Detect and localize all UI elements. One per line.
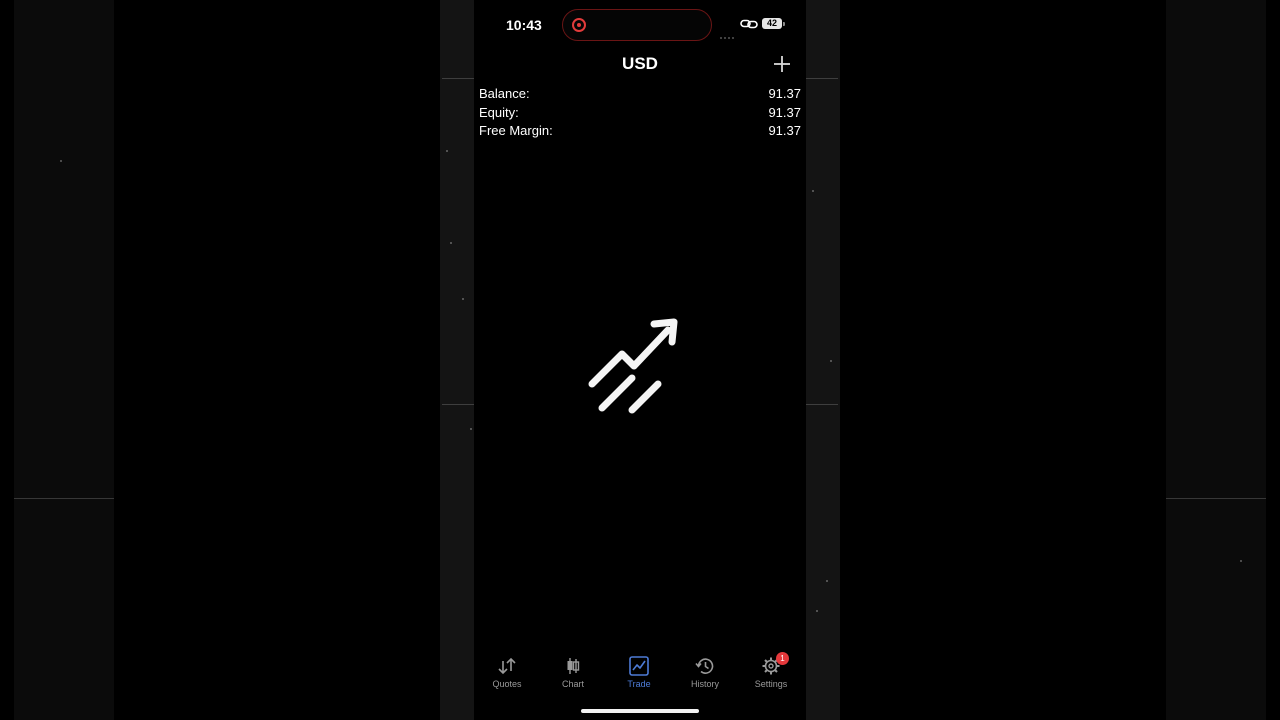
status-bar: 10:43 42	[474, 0, 806, 48]
balance-row: Balance: 91.37	[479, 86, 801, 105]
tab-history-label: History	[690, 679, 719, 689]
link-icon	[740, 19, 758, 29]
dynamic-island	[562, 9, 712, 41]
free-margin-label: Free Margin:	[479, 123, 553, 138]
tab-quotes[interactable]: Quotes	[474, 652, 540, 696]
backdrop-speck	[462, 298, 464, 300]
free-margin-row: Free Margin: 91.37	[479, 123, 801, 142]
backdrop-speck	[446, 150, 448, 152]
equity-row: Equity: 91.37	[479, 105, 801, 124]
backdrop-speck	[826, 580, 828, 582]
backdrop-line	[1166, 498, 1266, 499]
tab-quotes-label: Quotes	[492, 679, 522, 689]
backdrop-speck	[450, 242, 452, 244]
backdrop-line	[14, 498, 114, 499]
backdrop-right-inner	[806, 0, 840, 720]
screen-recording-frame: 10:43 42 USD Balance: 91.37 Equity: 91.3…	[0, 0, 1280, 720]
balance-label: Balance:	[479, 86, 530, 101]
candlestick-icon	[567, 658, 580, 674]
backdrop-speck	[830, 360, 832, 362]
quotes-arrows-icon	[498, 657, 516, 675]
tab-trade-label: Trade	[627, 679, 651, 689]
history-clock-icon	[695, 658, 714, 674]
backdrop-line	[442, 404, 474, 405]
tab-settings-label: Settings	[754, 679, 788, 689]
backdrop-speck	[816, 610, 818, 612]
backdrop-line	[442, 78, 474, 79]
account-summary: Balance: 91.37 Equity: 91.37 Free Margin…	[479, 86, 801, 142]
tab-trade[interactable]: Trade	[606, 652, 672, 696]
equity-value: 91.37	[768, 104, 801, 120]
free-margin-value: 91.37	[768, 123, 801, 138]
settings-notification-badge: 1	[776, 652, 789, 665]
bottom-tab-bar: Quotes Chart Trade History 1 Settings	[474, 652, 806, 696]
trade-chart-icon	[629, 656, 649, 676]
phone-screen: 10:43 42 USD Balance: 91.37 Equity: 91.3…	[474, 0, 806, 720]
tab-history[interactable]: History	[672, 652, 738, 696]
trading-growth-logo-icon	[588, 318, 678, 414]
backdrop-speck	[60, 160, 62, 162]
page-title: USD	[622, 54, 658, 73]
backdrop-line	[806, 78, 838, 79]
balance-value: 91.37	[768, 86, 801, 101]
home-indicator[interactable]	[581, 709, 699, 713]
top-bar: USD	[474, 50, 806, 78]
backdrop-left-inner	[440, 0, 474, 720]
tab-chart-label: Chart	[561, 679, 584, 689]
backdrop-right-outer	[1166, 0, 1266, 720]
tab-settings[interactable]: 1 Settings	[738, 652, 804, 696]
cellular-signal-icon	[720, 26, 736, 39]
recording-icon	[572, 18, 586, 32]
backdrop-speck	[470, 428, 472, 430]
backdrop-line	[806, 404, 838, 405]
equity-label: Equity:	[479, 104, 519, 120]
status-time: 10:43	[506, 17, 542, 33]
backdrop-speck	[812, 190, 814, 192]
backdrop-speck	[1240, 560, 1242, 562]
add-order-button[interactable]	[772, 54, 792, 74]
backdrop-left-outer	[14, 0, 114, 720]
battery-icon: 42	[762, 18, 785, 29]
tab-chart[interactable]: Chart	[540, 652, 606, 696]
